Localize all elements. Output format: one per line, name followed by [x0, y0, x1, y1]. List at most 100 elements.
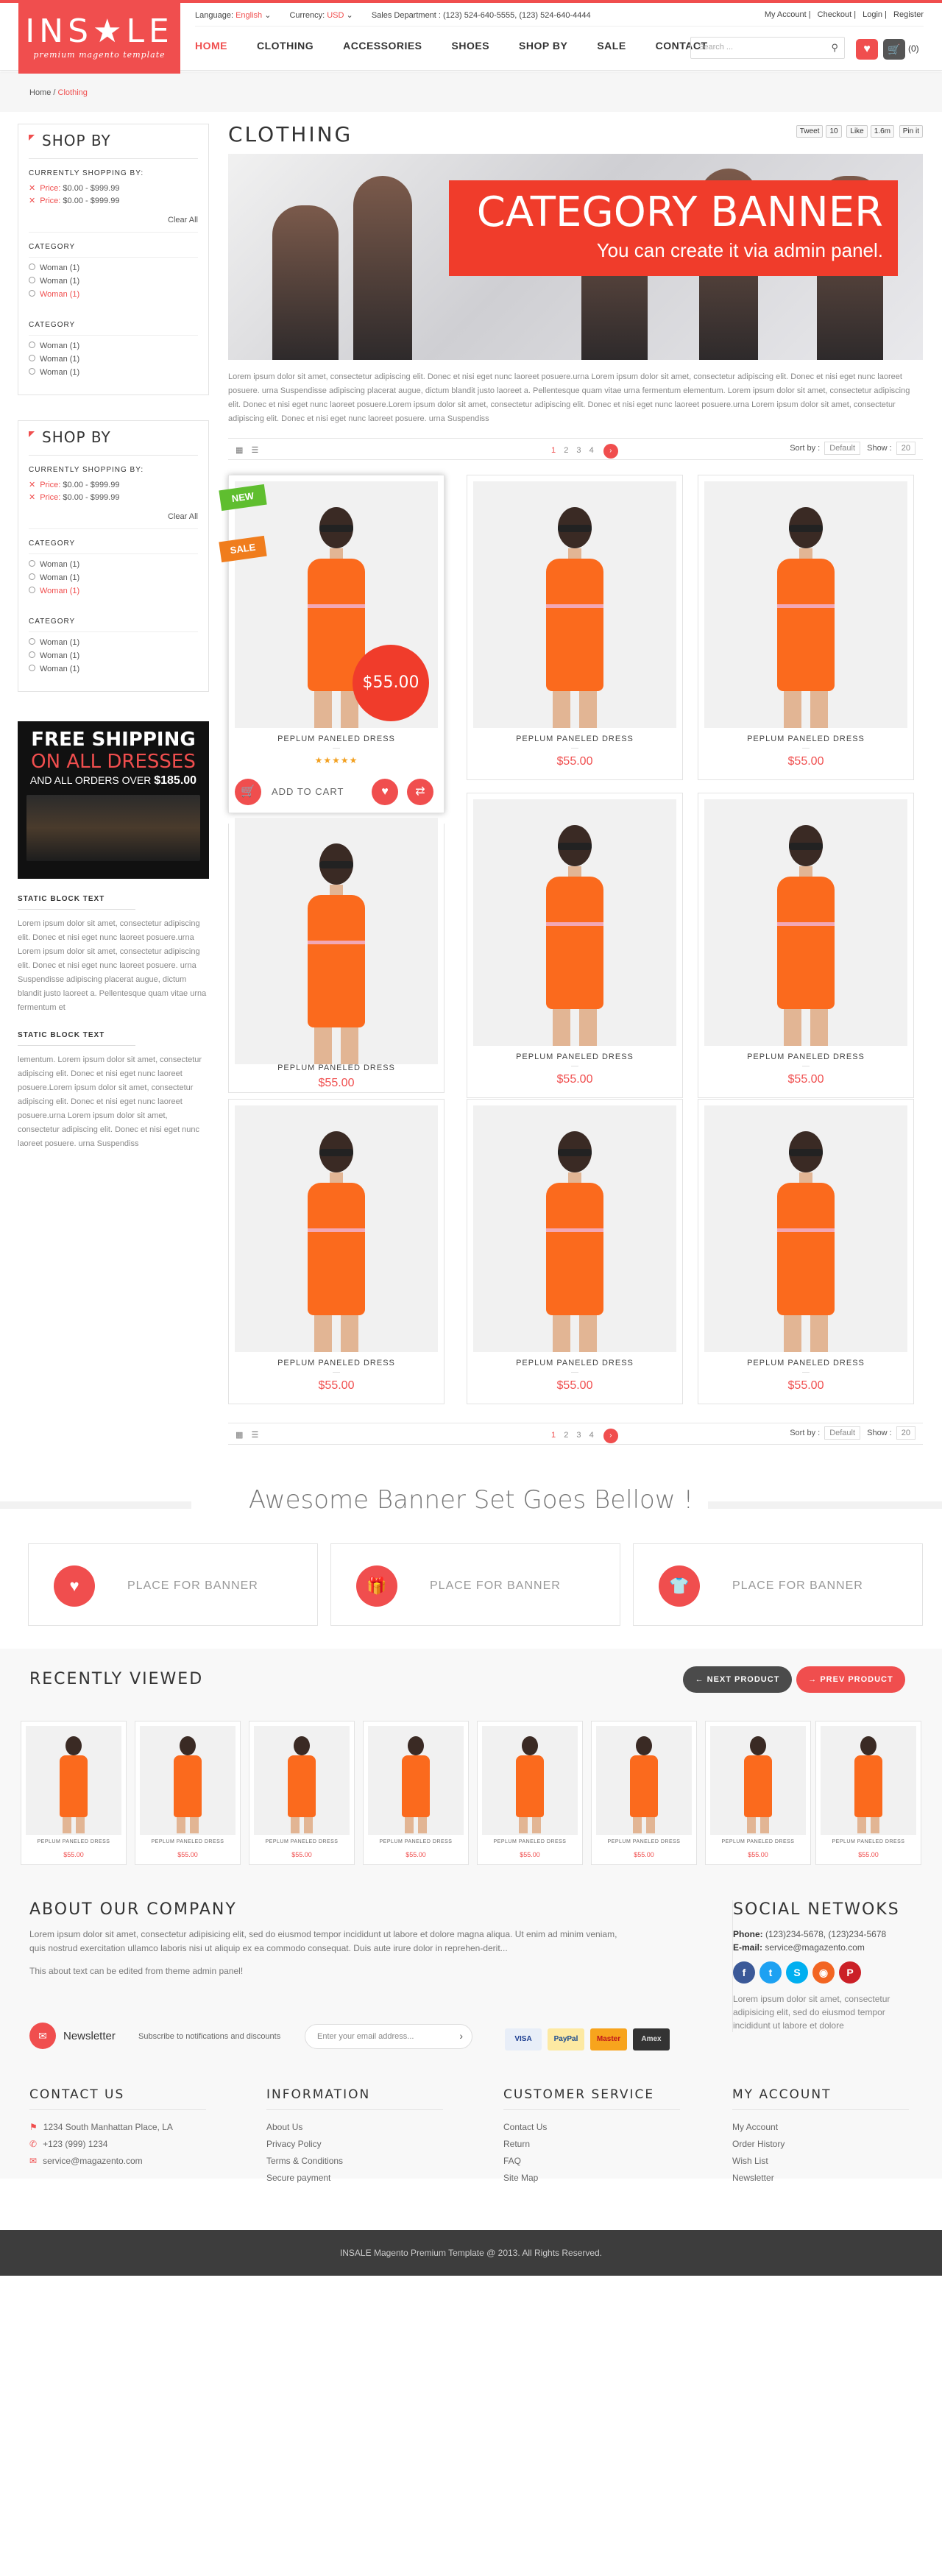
show-select[interactable]: 20 [896, 1426, 916, 1440]
prev-product-button[interactable]: → PREV PRODUCT [796, 1666, 905, 1693]
next-page-icon[interactable]: › [603, 1429, 618, 1443]
remove-filter-icon[interactable]: ✕ [29, 481, 35, 489]
page-link[interactable]: 2 [564, 446, 568, 455]
product-image[interactable] [704, 481, 907, 728]
grid-view-icon[interactable]: ▦ ☰ [236, 1430, 261, 1440]
product-card[interactable]: PEPLUM PANELED DRESS $55.00 [698, 475, 914, 780]
search-input[interactable]: Search ... ⚲ [690, 37, 845, 59]
footer-link[interactable]: Secure payment [266, 2173, 443, 2183]
product-name[interactable]: PEPLUM PANELED DRESS [467, 1359, 682, 1367]
compare-icon[interactable]: ⇄ [407, 779, 433, 805]
recent-item[interactable]: PEPLUM PANELED DRESS $55.00 [477, 1721, 583, 1865]
cart-icon[interactable]: 🛒 [235, 779, 261, 805]
category-option[interactable]: Woman (1) [29, 368, 198, 377]
product-image[interactable] [704, 799, 907, 1046]
sort-select[interactable]: Default [824, 1426, 861, 1440]
category-option[interactable]: Woman (1) [29, 651, 198, 660]
recent-item[interactable]: PEPLUM PANELED DRESS $55.00 [249, 1721, 355, 1865]
tweet-button[interactable]: Tweet [796, 125, 824, 138]
banner-slot[interactable]: 🎁 PLACE FOR BANNER [330, 1543, 620, 1626]
product-image[interactable] [704, 1105, 907, 1352]
nav-sale[interactable]: SALE [597, 40, 626, 52]
category-option[interactable]: Woman (1) [29, 560, 198, 569]
product-name[interactable]: PEPLUM PANELED DRESS [229, 1064, 444, 1072]
nav-shop-by[interactable]: SHOP BY [519, 40, 567, 52]
register-link[interactable]: Register [893, 10, 924, 19]
product-card[interactable]: PEPLUM PANELED DRESS $55.00 [228, 818, 445, 1093]
breadcrumb-home[interactable]: Home [29, 88, 51, 97]
product-card[interactable]: PEPLUM PANELED DRESS $55.00 [467, 1099, 683, 1404]
product-card[interactable]: PEPLUM PANELED DRESS $55.00 [467, 793, 683, 1098]
banner-slot[interactable]: 👕 PLACE FOR BANNER [633, 1543, 923, 1626]
page-link[interactable]: 1 [551, 446, 556, 455]
footer-link[interactable]: Wish List [732, 2156, 909, 2166]
footer-link[interactable]: Contact Us [503, 2122, 680, 2132]
product-name[interactable]: PEPLUM PANELED DRESS [229, 735, 444, 743]
newsletter-email-input[interactable]: Enter your email address... › [305, 2024, 472, 2049]
product-card[interactable]: PEPLUM PANELED DRESS $55.00 [698, 1099, 914, 1404]
category-option[interactable]: Woman (1) [29, 573, 198, 582]
product-name[interactable]: PEPLUM PANELED DRESS [467, 735, 682, 743]
footer-link[interactable]: Return [503, 2139, 680, 2149]
rss-icon[interactable]: ◉ [812, 1961, 835, 1984]
arrow-right-icon[interactable]: › [459, 2030, 463, 2042]
category-banner[interactable]: CATEGORY BANNER You can create it via ad… [228, 154, 923, 360]
footer-link[interactable]: Newsletter [732, 2173, 909, 2183]
add-to-cart-button[interactable]: ADD TO CART [272, 786, 344, 797]
free-shipping-banner[interactable]: FREE SHIPPING ON ALL DRESSES AND ALL ORD… [18, 721, 209, 879]
currency-selector[interactable]: Currency: USD ⌄ [289, 10, 353, 20]
product-image[interactable] [235, 818, 438, 1064]
category-option[interactable]: Woman (1) [29, 587, 198, 595]
skype-icon[interactable]: S [786, 1961, 808, 1984]
facebook-icon[interactable]: f [733, 1961, 755, 1984]
product-name[interactable]: PEPLUM PANELED DRESS [698, 1359, 913, 1367]
logo[interactable]: INS★LE premium magento template [18, 3, 180, 74]
recent-item[interactable]: PEPLUM PANELED DRESS $55.00 [363, 1721, 469, 1865]
nav-clothing[interactable]: CLOTHING [257, 40, 314, 52]
clear-all-link[interactable]: Clear All [29, 505, 198, 529]
next-page-icon[interactable]: › [603, 444, 618, 459]
product-image[interactable] [473, 799, 676, 1046]
banner-slot[interactable]: ♥ PLACE FOR BANNER [28, 1543, 318, 1626]
recent-item[interactable]: PEPLUM PANELED DRESS $55.00 [705, 1721, 811, 1865]
footer-link[interactable]: About Us [266, 2122, 443, 2132]
checkout-link[interactable]: Checkout [818, 10, 851, 19]
product-image[interactable] [473, 1105, 676, 1352]
product-image[interactable] [235, 1105, 438, 1352]
remove-filter-icon[interactable]: ✕ [29, 197, 35, 205]
page-link[interactable]: 3 [576, 1431, 581, 1440]
page-link[interactable]: 3 [576, 446, 581, 455]
search-icon[interactable]: ⚲ [831, 42, 838, 54]
product-name[interactable]: PEPLUM PANELED DRESS [467, 1052, 682, 1061]
grid-view-icon[interactable]: ▦ ☰ [236, 445, 261, 455]
show-select[interactable]: 20 [896, 442, 916, 455]
nav-shoes[interactable]: SHOES [452, 40, 490, 52]
category-option[interactable]: Woman (1) [29, 277, 198, 286]
page-link[interactable]: 4 [589, 1431, 594, 1440]
recent-item[interactable]: PEPLUM PANELED DRESS $55.00 [815, 1721, 921, 1865]
footer-link[interactable]: Site Map [503, 2173, 680, 2183]
product-name[interactable]: PEPLUM PANELED DRESS [698, 735, 913, 743]
product-card[interactable]: PEPLUM PANELED DRESS $55.00 [467, 475, 683, 780]
footer-link[interactable]: FAQ [503, 2156, 680, 2166]
footer-link[interactable]: Terms & Conditions [266, 2156, 443, 2166]
product-name[interactable]: PEPLUM PANELED DRESS [229, 1359, 444, 1367]
page-link[interactable]: 1 [551, 1431, 556, 1440]
page-link[interactable]: 4 [589, 446, 594, 455]
category-option[interactable]: Woman (1) [29, 638, 198, 647]
wishlist-heart-icon[interactable]: ♥ [856, 39, 878, 60]
heart-icon[interactable]: ♥ [372, 779, 398, 805]
product-name[interactable]: PEPLUM PANELED DRESS [698, 1052, 913, 1061]
recent-item[interactable]: PEPLUM PANELED DRESS $55.00 [21, 1721, 127, 1865]
product-card[interactable]: PEPLUM PANELED DRESS $55.00 [228, 1099, 445, 1404]
category-option[interactable]: Woman (1) [29, 263, 198, 272]
page-link[interactable]: 2 [564, 1431, 568, 1440]
footer-link[interactable]: My Account [732, 2122, 909, 2132]
nav-home[interactable]: HOME [195, 40, 227, 52]
footer-link[interactable]: Privacy Policy [266, 2139, 443, 2149]
like-button[interactable]: Like [846, 125, 868, 138]
login-link[interactable]: Login [863, 10, 882, 19]
recent-item[interactable]: PEPLUM PANELED DRESS $55.00 [591, 1721, 697, 1865]
category-option[interactable]: Woman (1) [29, 290, 198, 299]
remove-filter-icon[interactable]: ✕ [29, 184, 35, 193]
